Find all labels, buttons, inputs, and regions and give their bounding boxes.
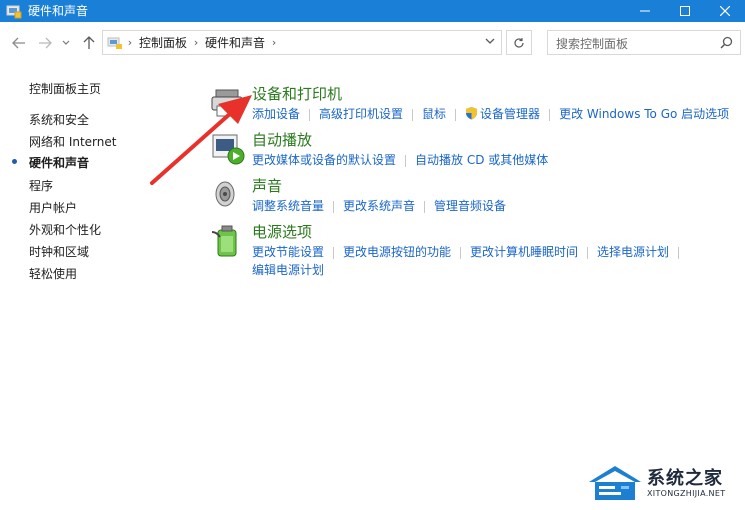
divider (333, 246, 335, 259)
divider (424, 200, 426, 213)
link-power-button-function[interactable]: 更改电源按钮的功能 (343, 244, 451, 260)
divider (333, 200, 335, 213)
maximize-button[interactable] (665, 0, 705, 22)
sidebar-item-control-panel-home[interactable]: 控制面板主页 (29, 80, 101, 97)
window-title: 硬件和声音 (28, 4, 89, 18)
breadcrumb-hardware-sound[interactable]: 硬件和声音 (203, 34, 267, 51)
watermark-logo: 系统之家 XITONGZHIJIA.NET (585, 462, 740, 504)
sidebar-item-network-internet[interactable]: 网络和 Internet (29, 133, 116, 150)
back-button[interactable] (10, 34, 28, 52)
link-choose-power-plan[interactable]: 选择电源计划 (597, 244, 669, 260)
link-windows-to-go[interactable]: 更改 Windows To Go 启动选项 (559, 106, 729, 122)
breadcrumb-separator: › (127, 36, 133, 49)
forward-arrow-icon (39, 37, 52, 49)
sidebar-item-clock-region[interactable]: 时钟和区域 (29, 243, 89, 260)
category-links-row2: 编辑电源计划 (252, 262, 324, 278)
breadcrumb-control-panel[interactable]: 控制面板 (137, 34, 189, 51)
search-placeholder: 搜索控制面板 (556, 37, 629, 51)
chevron-down-icon (62, 40, 70, 45)
category-links: 调整系统音量 更改系统声音 管理音频设备 (252, 198, 506, 214)
battery-icon (211, 225, 237, 257)
breadcrumb-separator: › (193, 36, 199, 49)
minimize-icon (640, 10, 650, 12)
active-bullet (12, 159, 17, 164)
link-change-power-saving[interactable]: 更改节能设置 (252, 244, 324, 260)
control-panel-icon (6, 5, 22, 19)
close-button[interactable] (705, 0, 745, 22)
up-arrow-icon (83, 36, 95, 49)
title-bar: 硬件和声音 (0, 0, 745, 22)
forward-button[interactable] (36, 34, 54, 52)
category-heading[interactable]: 电源选项 (252, 222, 312, 242)
printer-icon (211, 89, 243, 117)
link-mouse[interactable]: 鼠标 (422, 106, 446, 122)
search-icon (720, 36, 733, 49)
divider (460, 246, 462, 259)
close-icon (720, 6, 730, 16)
chevron-down-icon[interactable] (485, 37, 495, 45)
sidebar-item-user-accounts[interactable]: 用户帐户 (29, 199, 77, 216)
address-bar[interactable]: › 控制面板 › 硬件和声音 › (102, 30, 502, 55)
up-button[interactable] (80, 34, 98, 52)
speaker-icon (215, 181, 235, 207)
sidebar-item-hardware-sound[interactable]: 硬件和声音 (29, 154, 89, 171)
divider (412, 108, 414, 121)
sidebar-item-ease-of-access[interactable]: 轻松使用 (29, 265, 77, 282)
divider (405, 154, 407, 167)
house-logo-icon (589, 466, 641, 500)
watermark-domain: XITONGZHIJIA.NET (647, 489, 726, 498)
divider (587, 246, 589, 259)
link-change-sleep-time[interactable]: 更改计算机睡眠时间 (470, 244, 578, 260)
link-device-manager[interactable]: 设备管理器 (480, 106, 540, 122)
breadcrumb-separator: › (271, 36, 277, 49)
sidebar-item-appearance[interactable]: 外观和个性化 (29, 221, 101, 238)
category-links: 更改节能设置 更改电源按钮的功能 更改计算机睡眠时间 选择电源计划 (252, 244, 688, 260)
minimize-button[interactable] (625, 0, 665, 22)
uac-shield-icon (466, 107, 478, 120)
search-input[interactable]: 搜索控制面板 (547, 30, 741, 55)
maximize-icon (680, 6, 690, 16)
sidebar-item-system-security[interactable]: 系统和安全 (29, 111, 89, 128)
divider (309, 108, 311, 121)
sidebar-item-programs[interactable]: 程序 (29, 177, 53, 194)
back-arrow-icon (12, 37, 25, 49)
navigation-bar: › 控制面板 › 硬件和声音 › 搜索控制面板 (0, 22, 745, 66)
link-change-media-defaults[interactable]: 更改媒体或设备的默认设置 (252, 152, 396, 168)
link-adjust-volume[interactable]: 调整系统音量 (252, 198, 324, 214)
link-add-device[interactable]: 添加设备 (252, 106, 300, 122)
autoplay-icon (212, 134, 245, 165)
link-advanced-printer-setup[interactable]: 高级打印机设置 (319, 106, 403, 122)
category-links: 更改媒体或设备的默认设置 自动播放 CD 或其他媒体 (252, 152, 548, 168)
control-panel-icon (107, 37, 122, 49)
link-autoplay-cd[interactable]: 自动播放 CD 或其他媒体 (415, 152, 548, 168)
category-heading[interactable]: 自动播放 (252, 130, 312, 150)
refresh-button[interactable] (506, 30, 532, 55)
category-heading[interactable]: 声音 (252, 176, 282, 196)
category-heading[interactable]: 设备和打印机 (252, 84, 342, 104)
link-change-system-sounds[interactable]: 更改系统声音 (343, 198, 415, 214)
divider (455, 108, 457, 121)
divider (549, 108, 551, 121)
watermark-name: 系统之家 (647, 468, 723, 489)
category-links: 添加设备 高级打印机设置 鼠标 设备管理器 更改 Windows To Go 启动选项 (252, 106, 729, 122)
recent-locations-button[interactable] (60, 34, 72, 52)
link-edit-power-plan[interactable]: 编辑电源计划 (252, 262, 324, 278)
divider (678, 246, 680, 259)
refresh-icon (514, 37, 524, 48)
link-manage-audio-devices[interactable]: 管理音频设备 (434, 198, 506, 214)
